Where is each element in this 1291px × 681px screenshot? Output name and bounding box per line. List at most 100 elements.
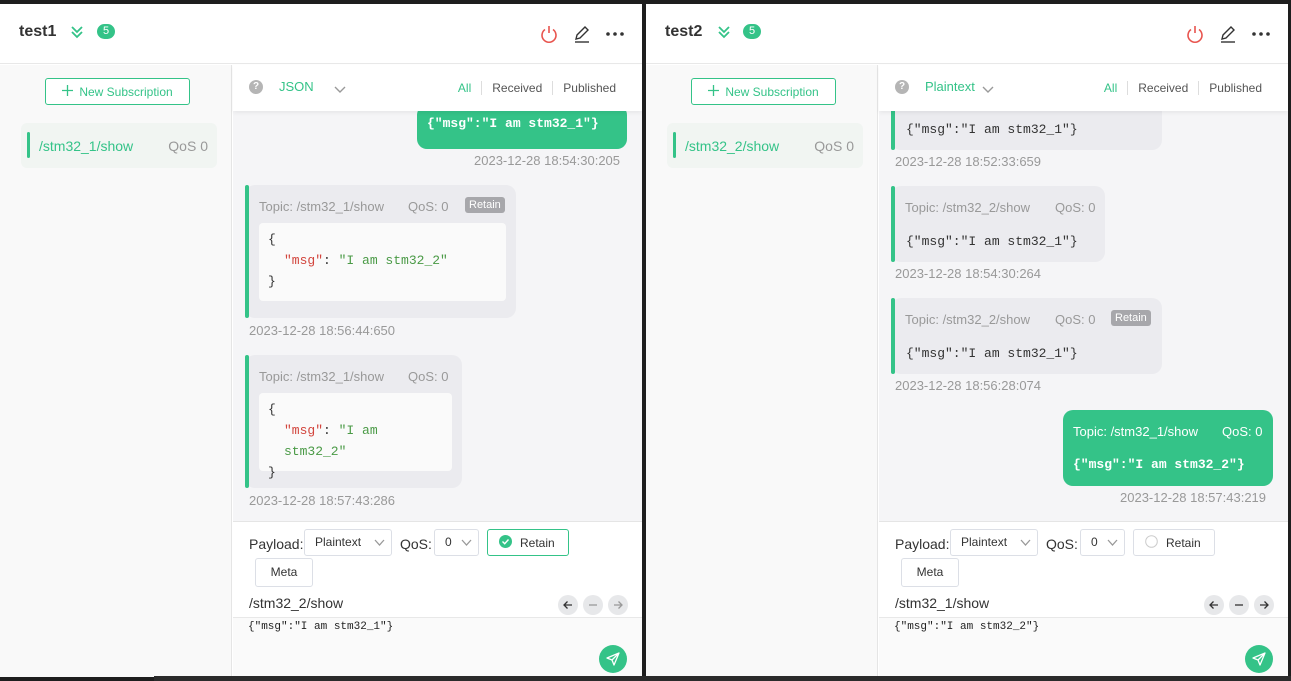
message-payload: {"msg":"I am stm32_1"}	[906, 346, 1078, 361]
message-count-badge: 5	[743, 24, 761, 39]
message-topic: Topic: /stm32_1/show	[1073, 424, 1199, 439]
message-timestamp: 2023-12-28 18:54:30:205	[474, 153, 621, 168]
tab-published[interactable]: Published	[1198, 81, 1272, 95]
power-icon[interactable]	[538, 23, 560, 45]
edit-icon[interactable]	[571, 23, 593, 45]
meta-button[interactable]: Meta	[255, 558, 313, 587]
chevron-down-icon[interactable]	[334, 81, 346, 99]
chevron-down-icon	[374, 530, 385, 564]
message-json-payload: { "msg": "I am stm32_2" }	[259, 223, 506, 301]
new-subscription-button[interactable]: New Subscription	[691, 78, 836, 105]
connection-header: test1 5	[0, 4, 642, 64]
more-icon[interactable]	[1250, 23, 1272, 45]
history-navigation	[558, 595, 628, 615]
message-json-payload: { "msg": "I am stm32_2" }	[259, 393, 452, 480]
message-color-bar	[891, 186, 895, 262]
tab-received[interactable]: Received	[1127, 81, 1198, 95]
payload-text: {"msg":"I am stm32_1"}	[248, 621, 394, 633]
qos-value: 0	[445, 535, 452, 549]
qos-select[interactable]: 0	[434, 529, 479, 556]
received-message: Topic: /stm32_1/show QoS: 0 Retain { "ms…	[245, 185, 516, 318]
message-topic: Topic: /stm32_1/show	[259, 369, 385, 384]
tab-received[interactable]: Received	[481, 81, 552, 95]
subscription-item[interactable]: /stm32_1/show QoS 0	[21, 123, 217, 168]
power-icon[interactable]	[1184, 23, 1206, 45]
payload-format-select[interactable]: Plaintext	[925, 79, 975, 94]
plus-icon	[708, 84, 720, 99]
payload-format-select[interactable]: JSON	[279, 79, 314, 94]
received-message: Topic: /stm32_2/show QoS: 0 {"msg":"I am…	[891, 186, 1105, 262]
help-icon[interactable]: ?	[249, 80, 263, 94]
desktop-taskbar	[154, 676, 1291, 681]
help-icon[interactable]: ?	[895, 80, 909, 94]
published-message: Topic: /stm32_1/show QoS: 0 {"msg":"I am…	[1063, 410, 1273, 486]
payload-editor[interactable]: {"msg":"I am stm32_2"}	[879, 617, 1288, 677]
arrow-right-icon[interactable]	[608, 595, 628, 615]
message-payload: {"msg":"I am stm32_1"}	[906, 234, 1078, 249]
subscription-color-bar	[27, 132, 30, 158]
more-icon[interactable]	[604, 23, 626, 45]
arrow-left-icon[interactable]	[1204, 595, 1224, 615]
new-subscription-button[interactable]: New Subscription	[45, 78, 190, 105]
payload-text: {"msg":"I am stm32_2"}	[894, 621, 1040, 633]
payload-label: Payload:	[895, 536, 950, 552]
message-count-badge: 5	[97, 24, 115, 39]
minus-icon[interactable]	[1229, 595, 1249, 615]
minus-icon[interactable]	[583, 595, 603, 615]
received-message: Topic: /stm32_2/show QoS: 0 Retain {"msg…	[891, 298, 1162, 374]
send-button[interactable]	[1245, 645, 1273, 673]
qos-value: 0	[1091, 535, 1098, 549]
send-button[interactable]	[599, 645, 627, 673]
subscriptions-sidebar: New Subscription /stm32_1/show QoS 0	[0, 65, 232, 677]
payload-editor[interactable]: {"msg":"I am stm32_1"}	[233, 617, 642, 677]
qos-select[interactable]: 0	[1080, 529, 1125, 556]
edit-icon[interactable]	[1217, 23, 1239, 45]
tab-published[interactable]: Published	[552, 81, 626, 95]
json-key: "msg"	[284, 253, 324, 268]
message-timestamp: 2023-12-28 18:57:43:286	[249, 493, 396, 508]
payload-format-select[interactable]: Plaintext	[950, 529, 1038, 556]
connection-header: test2 5	[646, 4, 1288, 64]
publish-topic-input[interactable]: /stm32_1/show	[895, 595, 989, 611]
meta-button[interactable]: Meta	[901, 558, 959, 587]
retain-toggle[interactable]: Retain	[487, 529, 569, 556]
payload-format-select[interactable]: Plaintext	[304, 529, 392, 556]
qos-label: QoS:	[400, 536, 432, 552]
message-qos: QoS: 0	[1055, 200, 1096, 215]
retain-tag: Retain	[1111, 310, 1151, 326]
retain-toggle[interactable]: Retain	[1133, 529, 1215, 556]
arrow-left-icon[interactable]	[558, 595, 578, 615]
connection-name: test1	[19, 23, 57, 40]
chevron-down-icon	[1020, 530, 1031, 564]
subscriptions-sidebar: New Subscription /stm32_2/show QoS 0	[646, 65, 878, 677]
payload-format-value: Plaintext	[961, 535, 1008, 549]
message-panel: ? Plaintext All Received Published {"msg…	[879, 65, 1288, 677]
chevron-double-down-icon[interactable]	[69, 24, 85, 40]
message-payload: {"msg":"I am stm32_1"}	[906, 122, 1078, 137]
message-timestamp: 2023-12-28 18:52:33:659	[895, 154, 1042, 169]
json-brace: }	[268, 274, 276, 289]
message-qos: QoS: 0	[1222, 424, 1263, 439]
arrow-right-icon[interactable]	[1254, 595, 1274, 615]
message-timestamp: 2023-12-28 18:56:44:650	[249, 323, 396, 338]
subscription-color-bar	[673, 132, 676, 158]
new-subscription-label: New Subscription	[79, 84, 173, 99]
message-qos: QoS: 0	[408, 199, 449, 214]
chevron-double-down-icon[interactable]	[716, 24, 732, 40]
json-colon: :	[323, 253, 339, 268]
tab-all[interactable]: All	[448, 81, 481, 95]
json-brace: {	[268, 402, 276, 417]
message-topic: Topic: /stm32_2/show	[905, 312, 1031, 327]
message-timestamp: 2023-12-28 18:54:30:264	[895, 266, 1042, 281]
tab-all[interactable]: All	[1094, 81, 1127, 95]
subscription-item[interactable]: /stm32_2/show QoS 0	[667, 123, 863, 168]
message-color-bar	[245, 355, 249, 488]
chevron-down-icon	[461, 530, 472, 564]
message-topic: Topic: /stm32_1/show	[259, 199, 385, 214]
subscription-topic: /stm32_2/show	[685, 138, 780, 154]
subscription-qos: QoS 0	[168, 138, 208, 154]
publish-topic-input[interactable]: /stm32_2/show	[249, 595, 343, 611]
received-message: Topic: /stm32_1/show QoS: 0 { "msg": "I …	[245, 355, 462, 488]
chevron-down-icon[interactable]	[982, 81, 994, 99]
published-message: {"msg":"I am stm32_1"}	[417, 111, 627, 149]
